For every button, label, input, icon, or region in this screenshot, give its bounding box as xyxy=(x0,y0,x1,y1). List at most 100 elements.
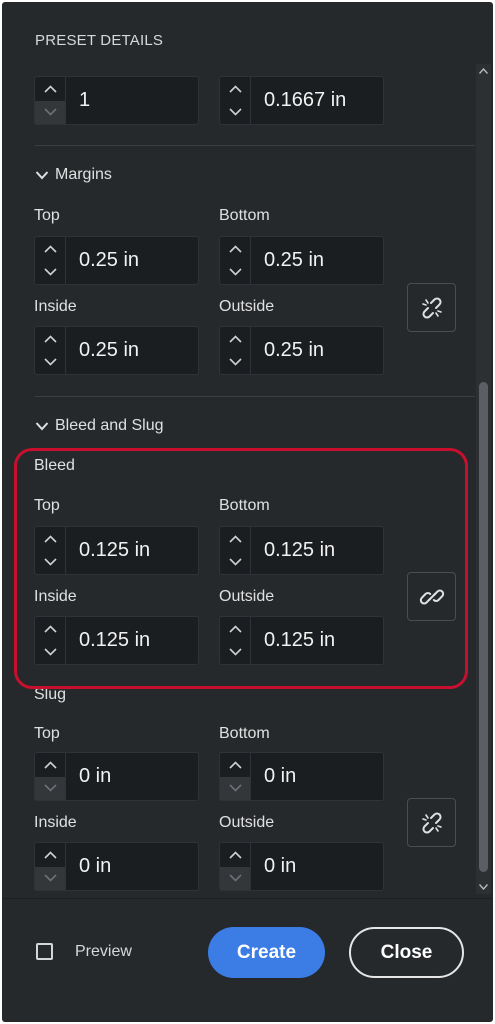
columns-stepper-buttons xyxy=(35,77,66,124)
margin-top-stepper[interactable]: 0.25 in xyxy=(34,236,199,285)
increment-icon[interactable] xyxy=(35,327,65,351)
margin-bottom-label: Bottom xyxy=(219,207,270,224)
chevron-down-icon xyxy=(35,171,49,180)
footer-divider xyxy=(2,898,493,899)
close-button[interactable]: Close xyxy=(349,927,464,978)
preset-details-title: PRESET DETAILS xyxy=(35,32,164,49)
margin-outside-label: Outside xyxy=(219,298,275,315)
decrement-icon[interactable] xyxy=(220,866,250,890)
margin-inside-value[interactable]: 0.25 in xyxy=(66,327,198,374)
slug-link-toggle[interactable] xyxy=(407,798,456,847)
slug-outside-value[interactable]: 0 in xyxy=(251,843,383,890)
increment-icon[interactable] xyxy=(35,617,65,641)
decrement-icon[interactable] xyxy=(35,866,65,890)
increment-icon[interactable] xyxy=(35,77,65,101)
margin-outside-value[interactable]: 0.25 in xyxy=(251,327,383,374)
bleed-outside-value[interactable]: 0.125 in xyxy=(251,617,383,664)
increment-icon[interactable] xyxy=(220,617,250,641)
decrement-icon[interactable] xyxy=(220,551,250,575)
margin-top-value[interactable]: 0.25 in xyxy=(66,237,198,284)
scroll-down-arrow-icon[interactable] xyxy=(476,880,491,894)
create-button[interactable]: Create xyxy=(208,927,325,978)
stepper-buttons xyxy=(35,753,66,800)
bleed-bottom-stepper[interactable]: 0.125 in xyxy=(219,526,384,575)
slug-inside-stepper[interactable]: 0 in xyxy=(34,842,199,891)
increment-icon[interactable] xyxy=(35,843,65,867)
margin-inside-stepper[interactable]: 0.25 in xyxy=(34,326,199,375)
bleed-top-label: Top xyxy=(34,497,60,514)
bleed-label: Bleed xyxy=(34,457,75,474)
decrement-icon[interactable] xyxy=(35,351,65,375)
new-document-preset-panel: PRESET DETAILS 1 0.1667 in Margins Top B… xyxy=(2,2,493,1022)
increment-icon[interactable] xyxy=(220,237,250,261)
slug-bottom-stepper[interactable]: 0 in xyxy=(219,752,384,801)
slug-outside-label: Outside xyxy=(219,814,275,831)
scroll-up-arrow-icon[interactable] xyxy=(476,64,491,78)
decrement-icon[interactable] xyxy=(35,641,65,665)
gutter-stepper-buttons xyxy=(220,77,251,124)
slug-top-value[interactable]: 0 in xyxy=(66,753,198,800)
slug-bottom-value[interactable]: 0 in xyxy=(251,753,383,800)
stepper-buttons xyxy=(35,843,66,890)
increment-icon[interactable] xyxy=(35,753,65,777)
margin-outside-stepper[interactable]: 0.25 in xyxy=(219,326,384,375)
bleed-inside-label: Inside xyxy=(34,588,77,605)
columns-stepper[interactable]: 1 xyxy=(34,76,199,125)
margin-bottom-value[interactable]: 0.25 in xyxy=(251,237,383,284)
increment-icon[interactable] xyxy=(35,527,65,551)
slug-inside-value[interactable]: 0 in xyxy=(66,843,198,890)
stepper-buttons xyxy=(220,753,251,800)
margins-link-toggle[interactable] xyxy=(407,283,456,332)
increment-icon[interactable] xyxy=(35,237,65,261)
stepper-buttons xyxy=(220,843,251,890)
vertical-scrollbar[interactable] xyxy=(476,64,491,894)
slug-top-stepper[interactable]: 0 in xyxy=(34,752,199,801)
decrement-icon[interactable] xyxy=(220,101,250,125)
stepper-buttons xyxy=(35,617,66,664)
decrement-icon[interactable] xyxy=(220,351,250,375)
increment-icon[interactable] xyxy=(220,843,250,867)
chevron-down-icon xyxy=(35,422,49,431)
stepper-buttons xyxy=(220,237,251,284)
bleed-link-toggle[interactable] xyxy=(407,572,456,621)
increment-icon[interactable] xyxy=(220,527,250,551)
bleed-slug-heading: Bleed and Slug xyxy=(55,417,164,434)
decrement-icon[interactable] xyxy=(220,641,250,665)
slug-bottom-label: Bottom xyxy=(219,725,270,742)
bleed-bottom-value[interactable]: 0.125 in xyxy=(251,527,383,574)
stepper-buttons xyxy=(35,237,66,284)
stepper-buttons xyxy=(220,527,251,574)
margin-inside-label: Inside xyxy=(34,298,77,315)
columns-value[interactable]: 1 xyxy=(66,77,198,124)
gutter-value[interactable]: 0.1667 in xyxy=(251,77,383,124)
decrement-icon[interactable] xyxy=(220,776,250,800)
scrollbar-thumb[interactable] xyxy=(479,382,488,872)
bleed-outside-stepper[interactable]: 0.125 in xyxy=(219,616,384,665)
increment-icon[interactable] xyxy=(220,327,250,351)
decrement-icon[interactable] xyxy=(35,100,65,124)
decrement-icon[interactable] xyxy=(220,261,250,285)
bleed-inside-value[interactable]: 0.125 in xyxy=(66,617,198,664)
bleed-slug-toggle[interactable]: Bleed and Slug xyxy=(35,417,164,435)
bleed-outside-label: Outside xyxy=(219,588,275,605)
stepper-buttons xyxy=(35,327,66,374)
gutter-stepper[interactable]: 0.1667 in xyxy=(219,76,384,125)
preview-label: Preview xyxy=(75,943,132,960)
slug-label: Slug xyxy=(34,686,67,703)
decrement-icon[interactable] xyxy=(35,776,65,800)
link-icon xyxy=(419,589,444,604)
bleed-bottom-label: Bottom xyxy=(219,497,270,514)
bleed-inside-stepper[interactable]: 0.125 in xyxy=(34,616,199,665)
slug-outside-stepper[interactable]: 0 in xyxy=(219,842,384,891)
decrement-icon[interactable] xyxy=(35,261,65,285)
bleed-top-value[interactable]: 0.125 in xyxy=(66,527,198,574)
decrement-icon[interactable] xyxy=(35,551,65,575)
increment-icon[interactable] xyxy=(220,77,250,101)
margin-bottom-stepper[interactable]: 0.25 in xyxy=(219,236,384,285)
preview-checkbox[interactable] xyxy=(36,943,53,960)
margins-toggle[interactable]: Margins xyxy=(35,166,112,184)
broken-link-icon xyxy=(421,296,442,319)
increment-icon[interactable] xyxy=(220,753,250,777)
bleed-top-stepper[interactable]: 0.125 in xyxy=(34,526,199,575)
stepper-buttons xyxy=(220,327,251,374)
